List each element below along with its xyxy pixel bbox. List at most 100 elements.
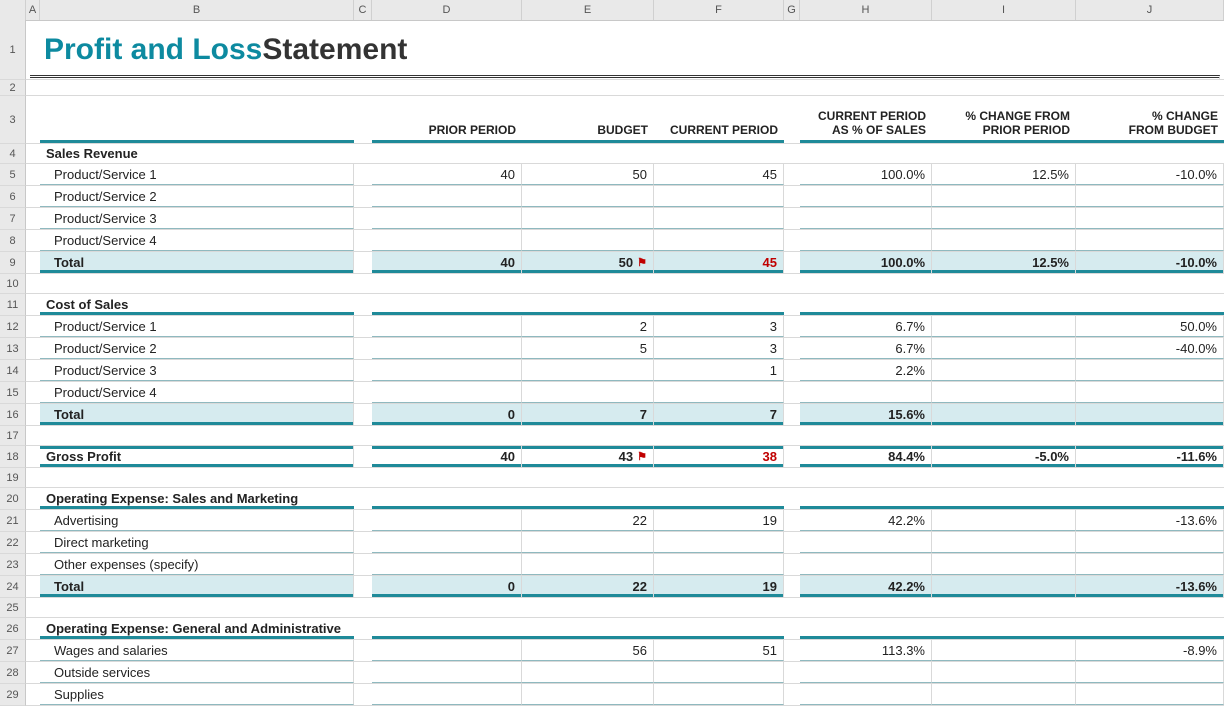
cell[interactable]: -5.0% <box>932 446 1076 467</box>
cell[interactable]: 22 <box>522 576 654 597</box>
row-header-21[interactable]: 21 <box>0 510 26 532</box>
row-header-14[interactable]: 14 <box>0 360 26 382</box>
cell[interactable]: 40 <box>372 446 522 467</box>
spacer-row[interactable] <box>26 274 1224 294</box>
cell[interactable]: 42.2% <box>800 510 932 531</box>
row-header-7[interactable]: 7 <box>0 208 26 230</box>
row-header-20[interactable]: 20 <box>0 488 26 510</box>
cell[interactable]: 12.5% <box>932 164 1076 185</box>
cell[interactable]: -11.6% <box>1076 446 1224 467</box>
cell[interactable]: 15.6% <box>800 404 932 425</box>
cell[interactable]: 7 <box>654 404 784 425</box>
cell[interactable]: 6.7% <box>800 316 932 337</box>
col-header-G[interactable]: G <box>784 0 800 20</box>
row-header-23[interactable]: 23 <box>0 554 26 576</box>
cell[interactable]: 2.2% <box>800 360 932 381</box>
select-all-corner[interactable] <box>0 0 26 20</box>
row-header-25[interactable]: 25 <box>0 598 26 618</box>
cell[interactable]: 12.5% <box>932 252 1076 273</box>
cell[interactable]: 43⚑ <box>522 446 654 467</box>
cell[interactable]: 50.0% <box>1076 316 1224 337</box>
table-row[interactable]: Direct marketing <box>26 532 1224 554</box>
row-header-9[interactable]: 9 <box>0 252 26 274</box>
cell[interactable]: -8.9% <box>1076 640 1224 661</box>
col-header-I[interactable]: I <box>932 0 1076 20</box>
cell[interactable]: 2 <box>522 316 654 337</box>
cell[interactable]: 45 <box>654 252 784 273</box>
cell[interactable]: 0 <box>372 576 522 597</box>
row-header-3[interactable]: 3 <box>0 96 26 144</box>
col-header-A[interactable]: A <box>26 0 40 20</box>
cell[interactable]: 100.0% <box>800 252 932 273</box>
row-header-15[interactable]: 15 <box>0 382 26 404</box>
section-op-gen-admin[interactable]: Operating Expense: General and Administr… <box>26 618 1224 640</box>
cell[interactable]: 3 <box>654 338 784 359</box>
table-row[interactable]: Product/Service 3 12.2% <box>26 360 1224 382</box>
spacer-row[interactable] <box>26 426 1224 446</box>
table-row[interactable]: Product/Service 4 <box>26 382 1224 404</box>
cell[interactable]: 100.0% <box>800 164 932 185</box>
row-header-13[interactable]: 13 <box>0 338 26 360</box>
total-row[interactable]: Total 0 7 7 15.6% <box>26 404 1224 426</box>
table-row[interactable]: Product/Service 3 <box>26 208 1224 230</box>
cell[interactable]: 0 <box>372 404 522 425</box>
row-header-24[interactable]: 24 <box>0 576 26 598</box>
table-row[interactable]: Product/Service 4 <box>26 230 1224 252</box>
cell[interactable]: -13.6% <box>1076 576 1224 597</box>
row-header-2[interactable]: 2 <box>0 80 26 96</box>
table-row[interactable]: Outside services <box>26 662 1224 684</box>
col-header-C[interactable]: C <box>354 0 372 20</box>
spacer-row[interactable] <box>26 598 1224 618</box>
col-header-J[interactable]: J <box>1076 0 1224 20</box>
table-row[interactable]: Wages and salaries 5651113.3%-8.9% <box>26 640 1224 662</box>
row-header-22[interactable]: 22 <box>0 532 26 554</box>
row-header-4[interactable]: 4 <box>0 144 26 164</box>
table-row[interactable]: Advertising 221942.2%-13.6% <box>26 510 1224 532</box>
cell[interactable]: 22 <box>522 510 654 531</box>
row-header-10[interactable]: 10 <box>0 274 26 294</box>
cell[interactable]: 40 <box>372 164 522 185</box>
row-header-1[interactable]: 1 <box>0 20 26 80</box>
cell[interactable]: 84.4% <box>800 446 932 467</box>
col-header-D[interactable]: D <box>372 0 522 20</box>
table-row[interactable]: Product/Service 2 <box>26 186 1224 208</box>
row-header-8[interactable]: 8 <box>0 230 26 252</box>
spacer-row[interactable] <box>26 468 1224 488</box>
cell[interactable]: 5 <box>522 338 654 359</box>
data-header-row[interactable]: PRIOR PERIOD BUDGET CURRENT PERIOD CURRE… <box>26 96 1224 144</box>
col-header-E[interactable]: E <box>522 0 654 20</box>
row-header-26[interactable]: 26 <box>0 618 26 640</box>
table-row[interactable]: Product/Service 1 236.7%50.0% <box>26 316 1224 338</box>
cell[interactable]: 7 <box>522 404 654 425</box>
row-header-29[interactable]: 29 <box>0 684 26 706</box>
row-header-19[interactable]: 19 <box>0 468 26 488</box>
row-header-6[interactable]: 6 <box>0 186 26 208</box>
cell[interactable]: 1 <box>654 360 784 381</box>
col-header-H[interactable]: H <box>800 0 932 20</box>
cell[interactable]: -10.0% <box>1076 164 1224 185</box>
total-row[interactable]: Total 40 50⚑ 45 100.0% 12.5% -10.0% <box>26 252 1224 274</box>
col-header-B[interactable]: B <box>40 0 354 20</box>
cell[interactable]: -13.6% <box>1076 510 1224 531</box>
row-header-27[interactable]: 27 <box>0 640 26 662</box>
row-header-17[interactable]: 17 <box>0 426 26 446</box>
cell[interactable]: 45 <box>654 164 784 185</box>
cell[interactable]: 42.2% <box>800 576 932 597</box>
table-row[interactable]: Product/Service 1 40 50 45 100.0% 12.5% … <box>26 164 1224 186</box>
table-row[interactable]: Product/Service 2 536.7%-40.0% <box>26 338 1224 360</box>
grid-body[interactable]: Profit and Loss Statement PRIOR PERIOD B… <box>26 20 1224 706</box>
table-row[interactable]: Other expenses (specify) <box>26 554 1224 576</box>
cell[interactable]: -10.0% <box>1076 252 1224 273</box>
row-header-16[interactable]: 16 <box>0 404 26 426</box>
cell[interactable]: 19 <box>654 510 784 531</box>
cell[interactable]: 38 <box>654 446 784 467</box>
col-header-F[interactable]: F <box>654 0 784 20</box>
cell[interactable]: 19 <box>654 576 784 597</box>
cell[interactable]: 6.7% <box>800 338 932 359</box>
row-header-28[interactable]: 28 <box>0 662 26 684</box>
row-header-5[interactable]: 5 <box>0 164 26 186</box>
cell[interactable]: 50 <box>522 164 654 185</box>
cell[interactable]: -40.0% <box>1076 338 1224 359</box>
cell[interactable]: 50⚑ <box>522 252 654 273</box>
spacer-row[interactable] <box>26 80 1224 96</box>
